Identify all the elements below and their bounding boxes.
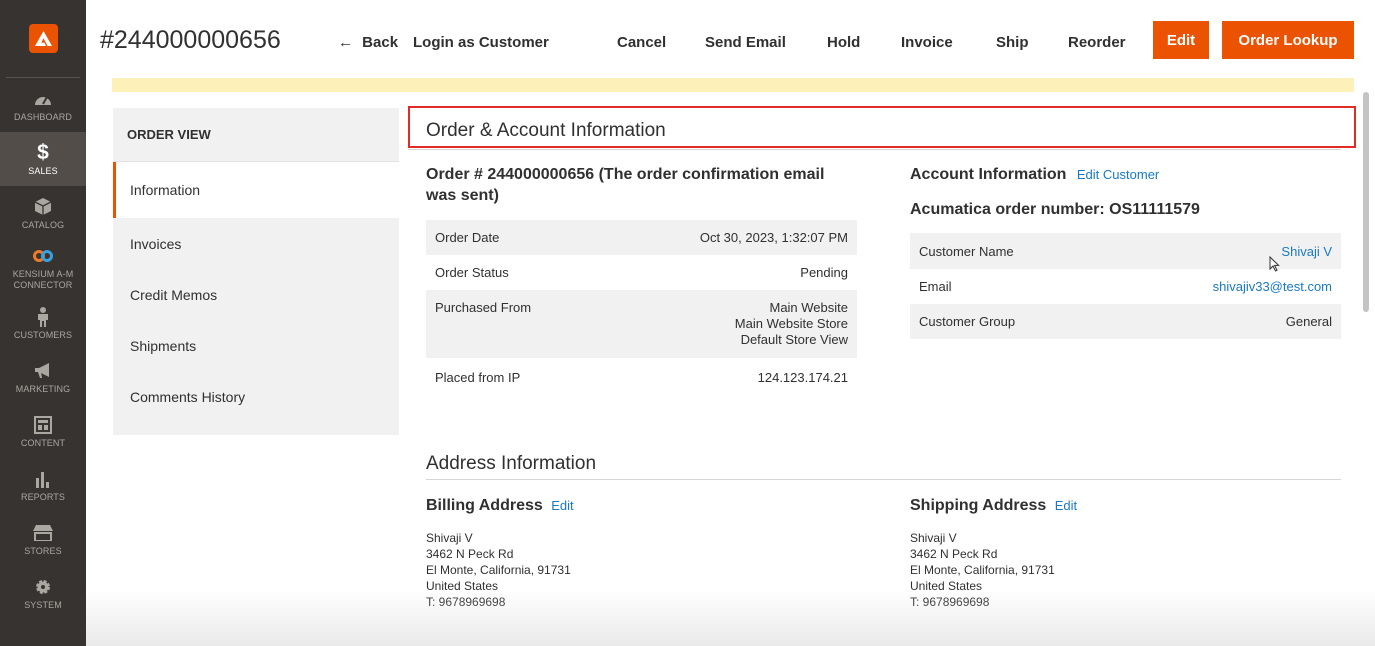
store-icon (33, 522, 53, 544)
gear-icon (34, 576, 52, 598)
hold-button[interactable]: Hold (827, 34, 860, 51)
purchased-from-label: Purchased From (435, 300, 532, 315)
order-view-tabs: ORDER VIEW Information Invoices Credit M… (113, 108, 399, 435)
person-icon (37, 306, 49, 328)
billing-heading: Billing Address Edit (426, 497, 574, 514)
placed-ip-label: Placed from IP (435, 369, 521, 385)
admin-sidebar: DASHBOARD $ SALES CATALOG KENSIUM A-M CO… (0, 0, 86, 646)
order-account-section-title: Order & Account Information (426, 120, 666, 141)
send-email-button[interactable]: Send Email (705, 34, 786, 51)
customer-group-label: Customer Group (919, 314, 1016, 329)
page-header: #244000000656 ← Back Login as Customer C… (86, 0, 1375, 78)
customer-group-row: Customer Group General (910, 304, 1341, 339)
back-button[interactable]: ← Back (338, 34, 398, 51)
arrow-left-icon: ← (338, 34, 353, 51)
edit-billing-link[interactable]: Edit (551, 498, 573, 513)
edit-button[interactable]: Edit (1153, 21, 1209, 59)
section-divider (408, 149, 1341, 150)
notice-bar (112, 78, 1354, 92)
tabs-title: ORDER VIEW (113, 108, 399, 162)
nav-stores[interactable]: STORES (0, 512, 86, 566)
tab-credit-memos[interactable]: Credit Memos (113, 269, 399, 320)
nav-reports[interactable]: REPORTS (0, 458, 86, 512)
nav-dashboard[interactable]: DASHBOARD (0, 78, 86, 132)
order-lookup-button[interactable]: Order Lookup (1222, 21, 1354, 59)
cancel-button[interactable]: Cancel (617, 34, 666, 51)
order-status-row: Order Status Pending (426, 255, 857, 290)
invoice-button[interactable]: Invoice (901, 34, 953, 51)
nav-content[interactable]: CONTENT (0, 404, 86, 458)
address-section-title: Address Information (426, 453, 597, 474)
account-heading: Account Information Edit Customer (910, 166, 1160, 183)
customer-group-value: General (1285, 314, 1332, 329)
billing-address: Shivaji V 3462 N Peck Rd El Monte, Calif… (426, 531, 571, 609)
purchased-from-row: Purchased From Main Website Main Website… (426, 290, 857, 358)
acumatica-order-number: Acumatica order number: OS11111579 (910, 201, 1200, 218)
placed-ip-value: 124.123.174.21 (757, 369, 848, 385)
tab-comments-history[interactable]: Comments History (113, 371, 399, 422)
order-status-label: Order Status (435, 265, 509, 280)
nav-system[interactable]: SYSTEM (0, 566, 86, 620)
shipping-heading: Shipping Address Edit (910, 497, 1078, 514)
nav-marketing[interactable]: MARKETING (0, 350, 86, 404)
order-date-value: Oct 30, 2023, 1:32:07 PM (699, 230, 848, 245)
order-status-value: Pending (800, 265, 848, 280)
page-scrollbar[interactable] (1363, 92, 1369, 312)
cube-icon (35, 196, 51, 218)
email-link[interactable]: shivajiv33@test.com (1213, 279, 1332, 294)
edit-shipping-link[interactable]: Edit (1055, 498, 1077, 513)
page-title: #244000000656 (100, 26, 281, 54)
order-heading: Order # 244000000656 (The order confirma… (426, 166, 825, 204)
customer-name-label: Customer Name (919, 243, 1014, 259)
nav-catalog[interactable]: CATALOG (0, 186, 86, 240)
reorder-button[interactable]: Reorder (1068, 34, 1126, 51)
bottom-fade (86, 590, 1375, 646)
tab-shipments[interactable]: Shipments (113, 320, 399, 371)
tab-invoices[interactable]: Invoices (113, 218, 399, 269)
speedometer-icon (34, 88, 52, 110)
address-divider (426, 479, 1341, 480)
connector-icon (33, 245, 53, 267)
bar-chart-icon (35, 468, 51, 490)
login-as-customer-button[interactable]: Login as Customer (413, 34, 549, 51)
layout-icon (34, 414, 52, 436)
email-label: Email (919, 279, 952, 294)
nav-kensium-connector[interactable]: KENSIUM A-M CONNECTOR (0, 240, 86, 296)
customer-name-link[interactable]: Shivaji V (1281, 244, 1332, 259)
placed-ip-row: Placed from IP 124.123.174.21 (426, 358, 857, 396)
order-date-row: Order Date Oct 30, 2023, 1:32:07 PM (426, 220, 857, 255)
logo-area (6, 0, 80, 78)
tab-information[interactable]: Information (113, 162, 399, 218)
nav-sales[interactable]: $ SALES (0, 132, 86, 186)
ship-button[interactable]: Ship (996, 34, 1029, 51)
shipping-address: Shivaji V 3462 N Peck Rd El Monte, Calif… (910, 531, 1055, 609)
order-date-label: Order Date (435, 230, 500, 245)
nav-customers[interactable]: CUSTOMERS (0, 296, 86, 350)
mouse-cursor-icon (1269, 255, 1280, 277)
edit-customer-link[interactable]: Edit Customer (1077, 167, 1159, 182)
megaphone-icon (34, 360, 52, 382)
purchased-from-value: Main Website Main Website Store Default … (734, 300, 848, 347)
adobe-logo[interactable] (28, 24, 58, 53)
dollar-icon: $ (37, 140, 49, 164)
